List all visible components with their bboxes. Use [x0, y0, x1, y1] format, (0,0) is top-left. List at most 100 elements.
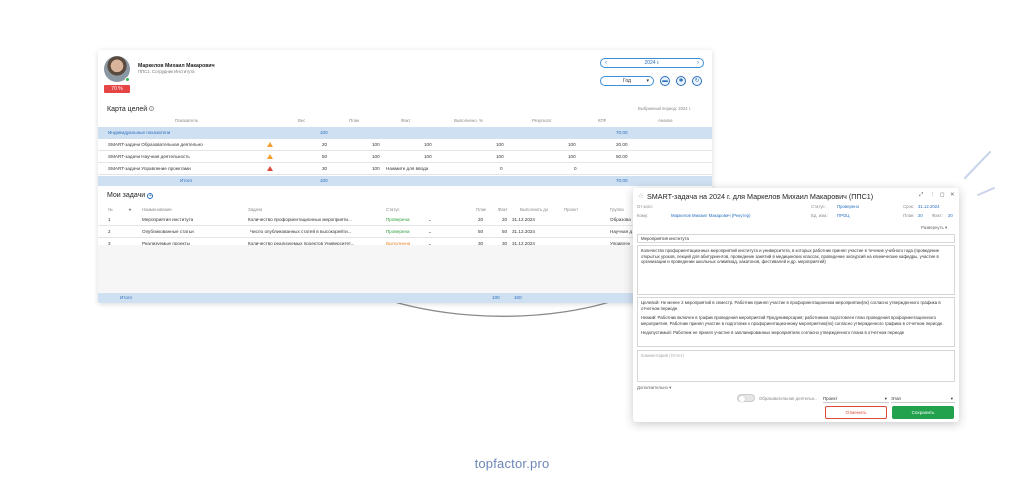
task-group: Научная д [610, 229, 633, 234]
col-status[interactable]: Статус [386, 206, 400, 214]
goal-row[interactable]: SMART-задачи Образовательная деятельно 2… [98, 139, 712, 151]
next-period-icon[interactable]: › [697, 59, 699, 67]
goal-plan: 100 [372, 142, 380, 147]
col-fact[interactable]: Факт [401, 117, 411, 125]
goal-kpr: 50.00 [616, 154, 628, 159]
task-row[interactable]: 2 Опубликованные статьи Число опубликова… [98, 226, 712, 238]
chat-icon: ▬ [662, 78, 668, 84]
col-done[interactable]: Выполнено, % [454, 117, 483, 125]
goal-fact[interactable]: 100 [424, 139, 432, 151]
col-kpr[interactable]: КПР [598, 117, 606, 125]
task-name: Опубликованные статьи [142, 229, 194, 234]
prev-period-icon[interactable]: ‹ [605, 59, 607, 67]
warning-icon [267, 154, 273, 159]
col-name[interactable]: Наименование [142, 206, 172, 214]
goal-done: 100 [496, 154, 504, 159]
task-row[interactable]: 1 Мероприятия института Количество профо… [98, 214, 712, 226]
col-project[interactable]: Проект [564, 206, 578, 214]
cancel-button[interactable]: Отменить [825, 406, 887, 419]
col-group[interactable]: Группа [610, 206, 624, 214]
col-num: № [108, 207, 113, 212]
period-view-value: Год [623, 78, 631, 84]
status-value: Проверено [837, 204, 860, 209]
task-num: 1 [108, 217, 111, 222]
task-text: Количество профориентационных мероприяти… [248, 217, 352, 222]
edu-label: Образовательная деятельн... [759, 396, 818, 401]
goal-weight: 50 [322, 154, 328, 159]
info-icon[interactable]: i [149, 106, 155, 111]
col-star-icon[interactable]: ★ [128, 206, 132, 214]
task-due: 31.12.2024 [512, 217, 535, 222]
task-name-field[interactable]: Мероприятия института [637, 234, 955, 243]
expand-link[interactable]: Развернуть ▾ [921, 225, 947, 231]
edu-toggle[interactable] [737, 394, 755, 402]
goal-fact[interactable]: 100 [424, 151, 432, 163]
goals-total-row: Итого 100 70.00 [98, 176, 712, 186]
star-icon[interactable]: ☆ [638, 192, 644, 200]
status-dropdown-icon[interactable]: ⌄ [428, 214, 432, 226]
gear-icon: ✱ [678, 78, 684, 84]
goal-result: 0 [574, 166, 577, 171]
goals-group-row[interactable]: Индивидуальные показатели 100 70.00 [98, 127, 712, 139]
col-analysis[interactable]: Анализ [658, 117, 673, 125]
refresh-icon: ↻ [694, 78, 700, 84]
task-status: Проверена [386, 217, 410, 222]
col-due[interactable]: Выполнить до [520, 206, 548, 214]
goal-name: SMART-задачи Управление проектами [108, 166, 191, 171]
goal-result: 100 [568, 154, 576, 159]
save-button[interactable]: Сохранить [892, 406, 954, 419]
task-text: Число опубликованных статей в высокорейт… [250, 229, 352, 234]
comment-field[interactable]: Комментарий (Отчет) [637, 350, 955, 382]
criteria-field[interactable]: Целевой: Не менее 2 мероприятий в семест… [637, 297, 955, 347]
brand-label: topfactor.pro [474, 456, 550, 471]
link-icon[interactable]: ⤢ [919, 192, 923, 199]
error-icon [267, 166, 273, 171]
smart-task-modal: ☆ SMART-задача на 2024 г. для Маркелов М… [633, 188, 959, 422]
group-name: Индивидуальные показатели [108, 130, 171, 135]
stage-select[interactable]: Этап ▾ [891, 394, 955, 403]
settings-button[interactable]: ✱ [676, 76, 686, 86]
fact-value: 20 [948, 213, 953, 218]
col-indicator[interactable]: Показатель [175, 117, 198, 125]
description-text: Количество профориентационных мероприяти… [641, 248, 940, 265]
chevron-down-icon: ▾ [646, 78, 649, 84]
chat-button[interactable]: ▬ [660, 76, 670, 86]
stage: 70 % Маркелов Михаил Макарович ППС1. Сот… [0, 0, 1024, 498]
more-icon[interactable]: ⋮ [930, 192, 936, 198]
from-label: От кого: [637, 204, 653, 209]
criteria-target: Целевой: Не менее 2 мероприятий в семест… [641, 300, 941, 311]
tasks-empty-area [98, 245, 712, 293]
goal-row[interactable]: SMART-задачи Управление проектами 30 100… [98, 163, 712, 175]
online-indicator [125, 77, 130, 82]
add-task-icon[interactable]: + [147, 193, 154, 199]
col-task[interactable]: Задача [248, 206, 262, 214]
project-select[interactable]: Проект ▾ [823, 394, 889, 403]
status-dropdown-icon[interactable]: ⌄ [428, 226, 432, 238]
goal-done: 100 [496, 142, 504, 147]
refresh-button[interactable]: ↻ [692, 76, 702, 86]
goals-title-text: Карта целей [107, 106, 148, 113]
period-view-select[interactable]: Год ▾ [600, 76, 654, 86]
goal-fact-input[interactable]: Нажмите для ввода [386, 163, 428, 175]
close-icon[interactable]: ✕ [950, 192, 955, 198]
unit-value: ПРОЦ [837, 213, 850, 218]
user-role: ППС1. Сотрудник Института [138, 69, 195, 74]
col-plan[interactable]: План [349, 117, 359, 125]
to-value[interactable]: Маркелов Михаил Макарович (Рекутер) [671, 213, 751, 218]
col-weight[interactable]: Вес [298, 117, 305, 125]
goal-weight: 20 [322, 142, 328, 147]
maximize-icon[interactable]: ◻ [940, 192, 945, 198]
due-label: Срок: [903, 204, 914, 209]
goal-row[interactable]: SMART-задачи Научная деятельность 50 100… [98, 151, 712, 163]
additional-toggle[interactable]: Дополнительно ▾ [637, 385, 671, 391]
task-description-field[interactable]: Количество профориентационных мероприяти… [637, 245, 955, 295]
warning-icon [267, 142, 273, 147]
due-value: 31.12.2024 [918, 204, 940, 209]
col-fact[interactable]: Факт [498, 206, 508, 214]
col-result[interactable]: Результат [532, 117, 552, 125]
task-status: Проверена [386, 229, 410, 234]
task-plan: 50 [478, 229, 484, 234]
task-group: Образова [610, 217, 631, 222]
col-plan[interactable]: План [476, 206, 486, 214]
status-label: Статус: [811, 204, 826, 209]
